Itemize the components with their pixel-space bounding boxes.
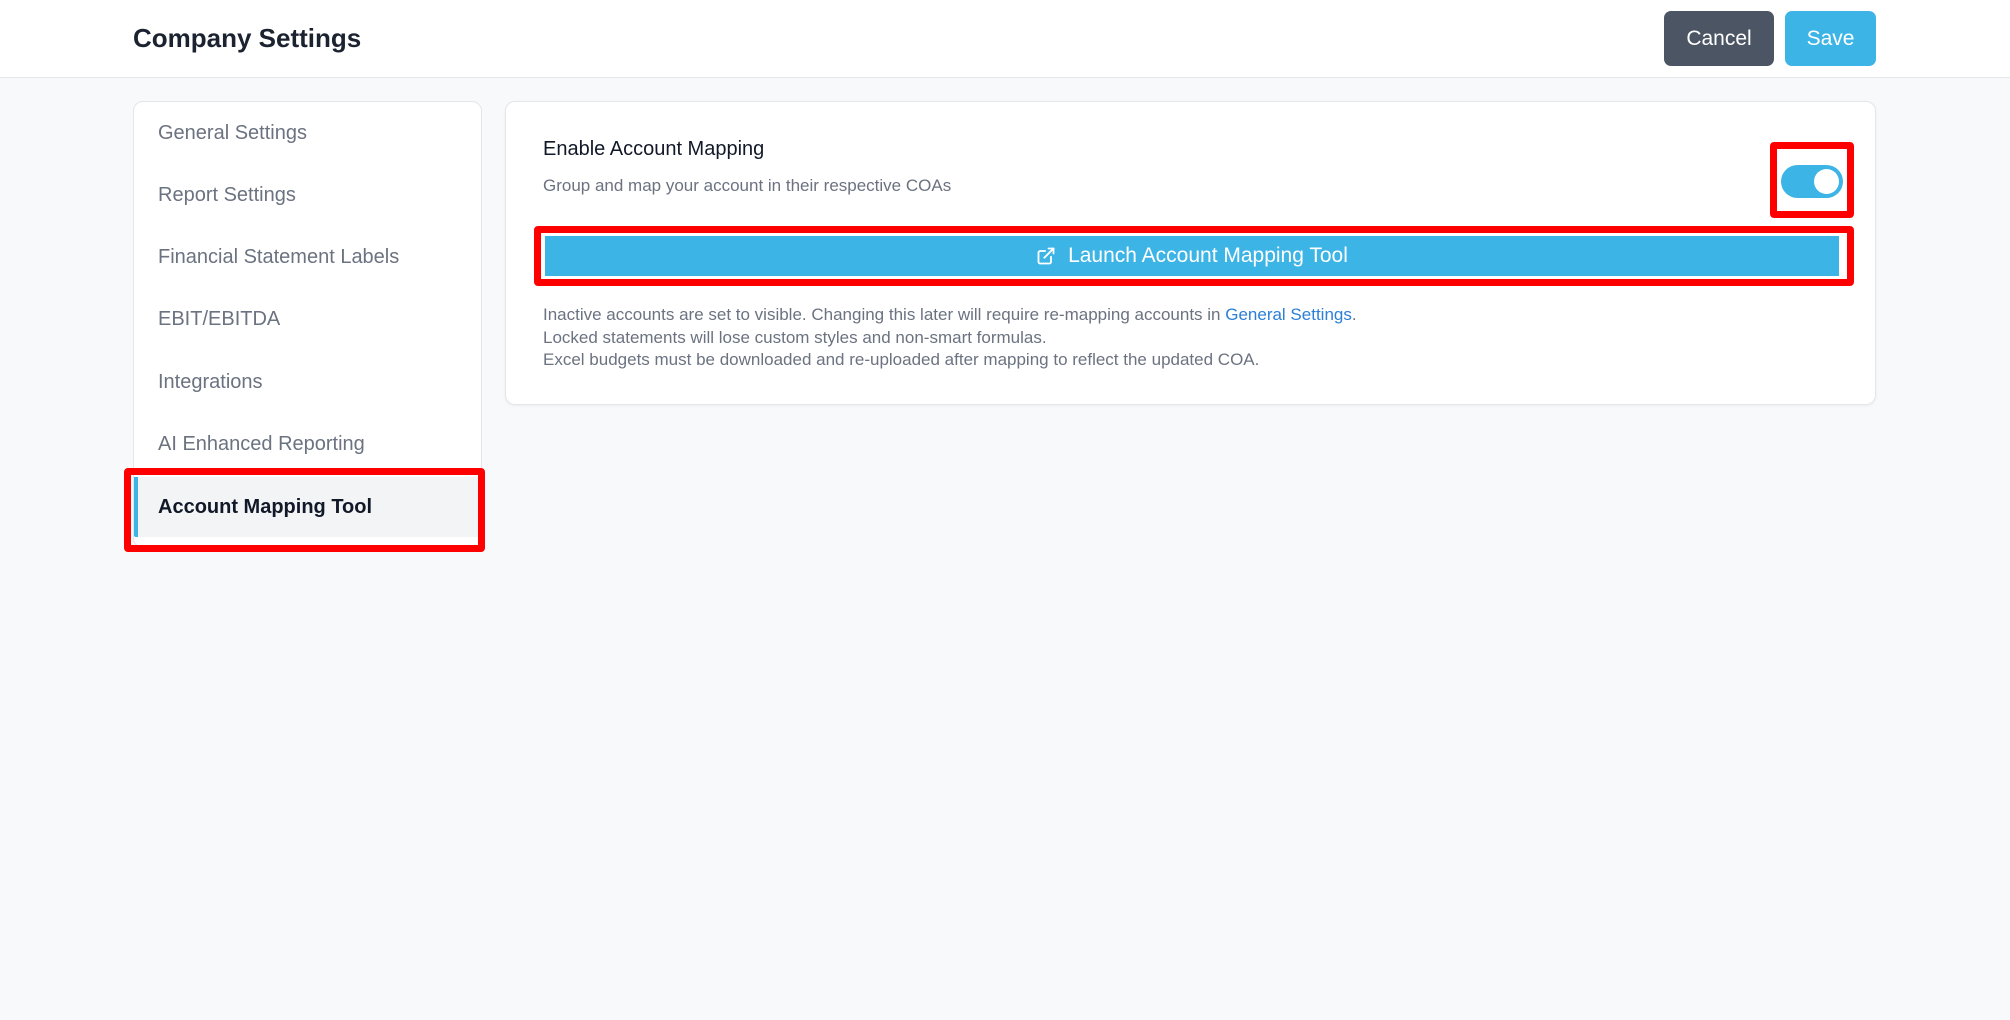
note-line-1-suffix: .: [1351, 305, 1357, 324]
launch-button-label: Launch Account Mapping Tool: [1068, 244, 1348, 267]
sidebar-item-report-settings[interactable]: Report Settings: [134, 165, 481, 225]
top-header: Company Settings Cancel Save: [0, 0, 2010, 78]
sidebar-item-financial-statement-labels[interactable]: Financial Statement Labels: [134, 227, 481, 287]
note-line-2: Locked statements will lose custom style…: [543, 327, 1047, 347]
page-title: Company Settings: [133, 23, 362, 53]
toggle-knob: [1814, 169, 1839, 194]
settings-sidebar: General Settings Report Settings Financi…: [133, 101, 482, 548]
external-link-icon: [1036, 246, 1056, 266]
setting-description: Group and map your account in their resp…: [543, 176, 952, 195]
enable-account-mapping-toggle[interactable]: [1781, 165, 1843, 198]
setting-title: Enable Account Mapping: [543, 138, 765, 160]
general-settings-link[interactable]: General Settings: [1225, 305, 1352, 324]
cancel-button[interactable]: Cancel: [1664, 11, 1774, 66]
sidebar-item-ebit-ebitda[interactable]: EBIT/EBITDA: [134, 289, 481, 349]
sidebar-item-ai-enhanced-reporting[interactable]: AI Enhanced Reporting: [134, 414, 481, 474]
note-line-3: Excel budgets must be downloaded and re-…: [543, 350, 1260, 369]
sidebar-item-general-settings[interactable]: General Settings: [134, 103, 481, 163]
sidebar-item-integrations[interactable]: Integrations: [134, 352, 481, 412]
sidebar-item-account-mapping-tool[interactable]: Account Mapping Tool: [134, 477, 481, 537]
mapping-notes: Inactive accounts are set to visible. Ch…: [543, 304, 1357, 372]
note-line-1: Inactive accounts are set to visible. Ch…: [543, 304, 1357, 327]
note-line-1-text: Inactive accounts are set to visible. Ch…: [543, 305, 1226, 324]
launch-account-mapping-button[interactable]: Launch Account Mapping Tool: [545, 236, 1839, 276]
account-mapping-card: Enable Account Mapping Group and map you…: [505, 101, 1876, 405]
save-button[interactable]: Save: [1785, 11, 1876, 66]
